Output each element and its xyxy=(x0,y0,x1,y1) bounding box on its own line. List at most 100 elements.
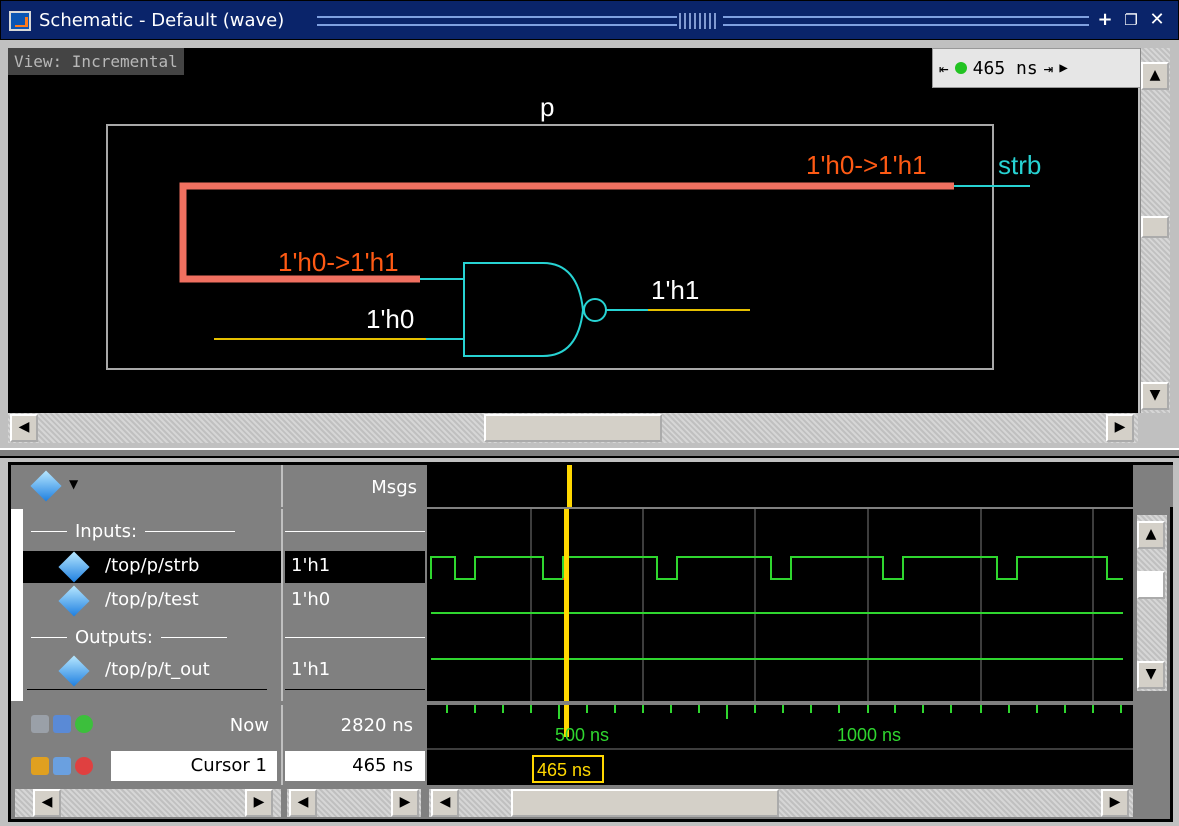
value-strb: 1'h1 xyxy=(285,551,425,583)
signal-row-test[interactable]: /top/p/test xyxy=(23,585,281,617)
now-toolbar xyxy=(31,715,93,733)
scroll-left-icon[interactable]: ◀ xyxy=(33,789,61,817)
scroll-right-icon[interactable]: ▶ xyxy=(391,789,419,817)
names-hscrollbar[interactable]: ◀ ▶ xyxy=(15,789,281,817)
signal-diamond-icon xyxy=(58,655,90,687)
signal-pane-gutter xyxy=(11,509,23,701)
add-icon[interactable]: + xyxy=(1095,11,1115,31)
waveform-drawing xyxy=(430,509,1123,701)
schematic-canvas[interactable]: p 1'h0->1'h1 strb 1'h0->1'h1 1'h0 1'h1 V… xyxy=(8,48,1144,413)
cursor-pane-names: Now Cursor 1 xyxy=(11,705,283,785)
gate-output-label: 1'h1 xyxy=(651,275,699,305)
add-wave-icon[interactable] xyxy=(30,470,62,502)
wave-hscroll-thumb[interactable] xyxy=(511,789,779,817)
now-label: Now xyxy=(229,715,269,736)
cursor-header-marker[interactable] xyxy=(567,465,572,507)
ruler-ticks xyxy=(446,705,1122,719)
scroll-down-icon[interactable]: ▼ xyxy=(1141,382,1169,410)
row-end-line xyxy=(27,689,267,690)
wave-vertical-scrollbar[interactable]: ▲ ▼ xyxy=(1137,515,1167,691)
wave-header-cursor-strip xyxy=(427,465,1133,507)
nand-bubble xyxy=(583,298,607,322)
window-titlebar[interactable]: Schematic - Default (wave) + ❐ ✕ xyxy=(0,0,1179,40)
gate-input2-label: 1'h0 xyxy=(366,304,414,334)
strb-port-label: strb xyxy=(998,150,1041,180)
cursor-flag-label: 465 ns xyxy=(537,760,591,780)
group-divider xyxy=(31,530,67,532)
scroll-left-icon[interactable]: ◀ xyxy=(431,789,459,817)
title-grip-left xyxy=(317,16,677,26)
signal-row-t-out[interactable]: /top/p/t_out xyxy=(23,655,281,687)
wave-vscroll-thumb[interactable] xyxy=(1137,571,1165,599)
now-value: 2820 ns xyxy=(340,715,413,736)
time-readout: 465 ns xyxy=(972,57,1038,79)
time-ruler[interactable]: 500 ns 1000 ns 465 ns xyxy=(427,705,1133,785)
scroll-up-icon[interactable]: ▲ xyxy=(1141,62,1169,90)
scroll-right-icon[interactable]: ▶ xyxy=(1101,789,1129,817)
time-grid xyxy=(530,509,1094,701)
nand-gate xyxy=(463,262,585,357)
tick-label-500: 500 ns xyxy=(555,725,609,745)
signal-name-test: /top/p/test xyxy=(105,589,199,610)
values-hscrollbar[interactable]: ◀ ▶ xyxy=(287,789,421,817)
edit-cursor-icon[interactable] xyxy=(53,757,71,775)
schematic-window-icon xyxy=(9,11,31,31)
group-label-outputs: Outputs: xyxy=(75,626,153,648)
signal-values-pane: 1'h1 1'h0 1'h1 xyxy=(285,509,425,701)
schematic-horizontal-scrollbar[interactable]: ◀ ▶ xyxy=(8,413,1138,443)
cursor-line xyxy=(564,509,569,701)
pane-divider[interactable] xyxy=(0,448,1179,458)
chevron-down-icon[interactable]: ▼ xyxy=(69,477,78,491)
schematic-vscroll-thumb[interactable] xyxy=(1141,216,1169,238)
gate-input1-label: 1'h0->1'h1 xyxy=(278,247,399,277)
status-dot-icon xyxy=(954,62,967,74)
delete-cursor-icon[interactable] xyxy=(75,757,93,775)
group-row-outputs[interactable]: Outputs: xyxy=(23,621,281,653)
group-divider xyxy=(160,636,227,638)
insert-cursor-icon[interactable] xyxy=(53,715,71,733)
scroll-right-icon[interactable]: ▶ xyxy=(245,789,273,817)
cursor-pane-values: 2820 ns 465 ns xyxy=(285,705,425,785)
title-grip-handle[interactable] xyxy=(679,13,719,29)
back-to-time-icon[interactable]: ⇤ xyxy=(939,59,949,78)
add-cursor-icon[interactable] xyxy=(75,715,93,733)
cursor-name-field[interactable]: Cursor 1 xyxy=(111,751,277,781)
undock-icon[interactable]: ❐ xyxy=(1121,11,1141,31)
group-row-inputs[interactable]: Inputs: xyxy=(23,515,281,547)
scroll-right-icon[interactable]: ▶ xyxy=(1106,414,1134,442)
scroll-down-icon[interactable]: ▼ xyxy=(1137,661,1165,689)
goto-time-icon[interactable]: ⇥ xyxy=(1044,59,1054,78)
group-divider xyxy=(285,531,425,532)
play-icon[interactable]: ▶ xyxy=(1059,60,1067,76)
signal-diamond-icon xyxy=(58,585,90,617)
scroll-left-icon[interactable]: ◀ xyxy=(289,789,317,817)
scroll-up-icon[interactable]: ▲ xyxy=(1137,521,1165,549)
signal-name-strb: /top/p/strb xyxy=(105,555,200,576)
cursor-value-field[interactable]: 465 ns xyxy=(285,751,425,781)
scroll-left-icon[interactable]: ◀ xyxy=(10,414,38,442)
value-test: 1'h0 xyxy=(291,589,331,610)
schematic-vertical-scrollbar[interactable]: ▲ ▼ xyxy=(1140,48,1170,413)
signal-names-pane: Inputs: /top/p/strb /top/p/test Outputs:… xyxy=(11,509,283,701)
close-icon[interactable]: ✕ xyxy=(1147,11,1167,31)
window-title: Schematic - Default (wave) xyxy=(39,10,285,31)
time-ruler-drawing: 500 ns 1000 ns 465 ns xyxy=(427,705,1133,783)
view-mode-label: View: Incremental xyxy=(8,48,184,75)
module-name: p xyxy=(540,92,554,122)
group-label-inputs: Inputs: xyxy=(75,520,138,542)
wave-header-tools: ▼ xyxy=(11,465,283,507)
waveform-compare-icon[interactable] xyxy=(31,715,49,733)
wave-hscrollbar[interactable]: ◀ ▶ xyxy=(429,789,1133,817)
signal-row-strb[interactable]: /top/p/strb xyxy=(23,551,281,583)
waveform-canvas[interactable] xyxy=(427,509,1133,701)
msgs-column-header: Msgs xyxy=(285,465,425,507)
cursor-toolbar xyxy=(31,757,93,775)
title-grip-right xyxy=(723,16,1089,26)
schematic-hscroll-thumb[interactable] xyxy=(484,414,662,442)
lock-icon[interactable] xyxy=(31,757,49,775)
signal-name-t-out: /top/p/t_out xyxy=(105,659,210,680)
group-divider xyxy=(31,636,67,638)
wave-header-corner xyxy=(1133,465,1173,507)
signal-diamond-icon xyxy=(58,551,90,583)
wave-window: ▼ Msgs Inputs: /top/p/strb /top/p/test O… xyxy=(8,462,1173,822)
